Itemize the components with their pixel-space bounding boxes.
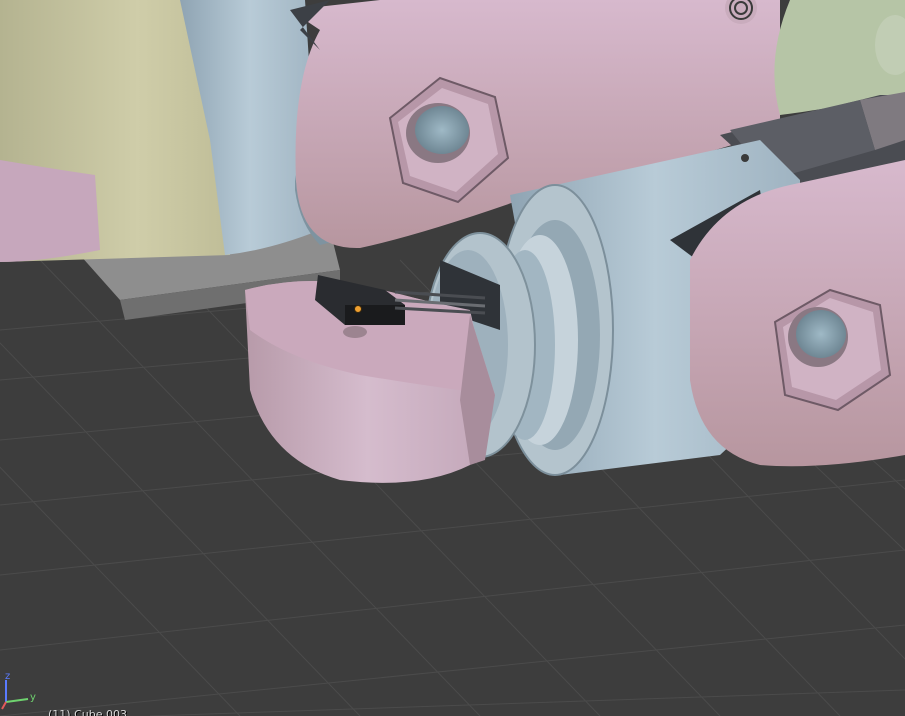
axis-x-line [1, 701, 7, 710]
viewport-scene[interactable]: z y [0, 0, 905, 716]
axis-y-line [5, 698, 29, 703]
upper-left-segment[interactable] [0, 0, 340, 262]
3d-viewport[interactable]: z y (11) Cube.003 [0, 0, 905, 716]
active-object-info: (11) Cube.003 [48, 708, 127, 716]
axis-y-label: y [30, 692, 36, 703]
axis-gizmo: z y [1, 671, 36, 710]
selection-origin-marker[interactable] [354, 305, 362, 313]
axis-z-label: z [5, 671, 10, 682]
